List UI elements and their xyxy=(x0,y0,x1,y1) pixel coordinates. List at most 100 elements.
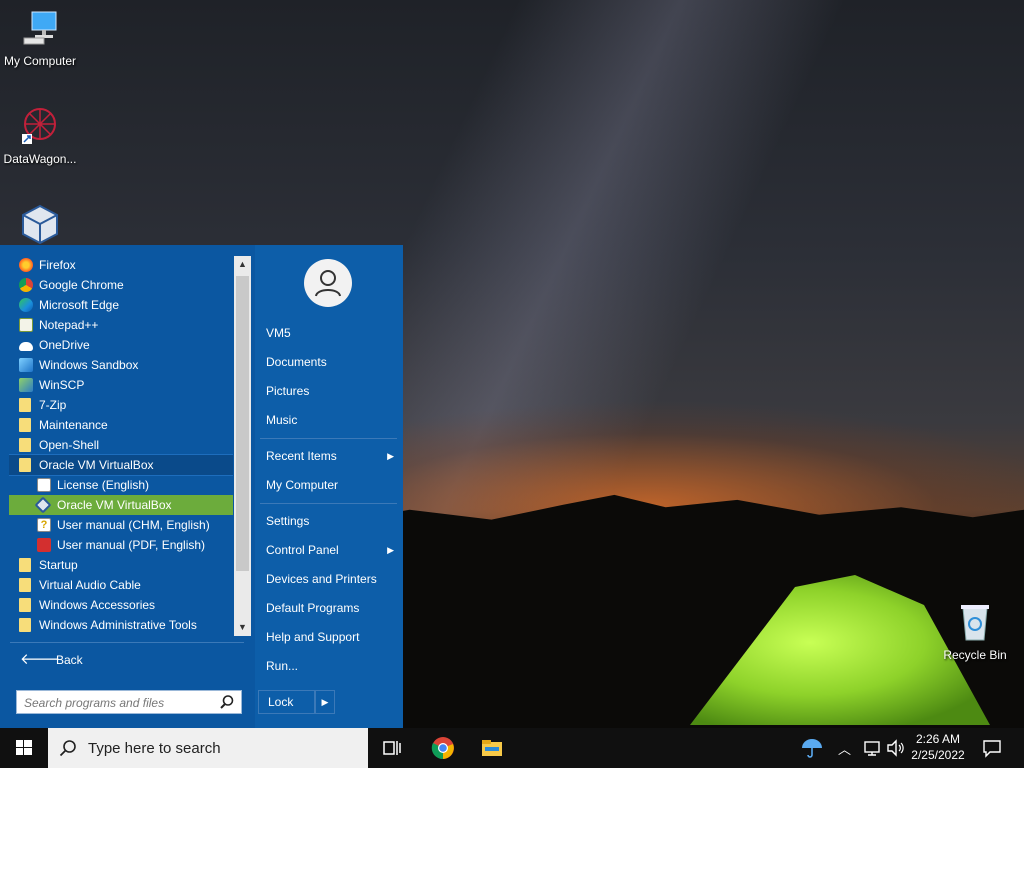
menu-pictures[interactable]: Pictures xyxy=(266,379,396,403)
document-icon xyxy=(37,478,51,492)
menu-label: My Computer xyxy=(266,478,339,492)
program-item-winscp[interactable]: WinSCP xyxy=(9,375,233,395)
datawagon-icon xyxy=(22,108,56,144)
folder-icon xyxy=(19,578,31,592)
pdf-icon xyxy=(37,538,51,552)
desktop-icon-virtualbox[interactable] xyxy=(0,204,80,250)
program-label: OneDrive xyxy=(39,338,90,352)
back-button[interactable]: 🡐 Back xyxy=(10,650,244,670)
menu-label: Documents xyxy=(266,355,327,369)
start-button[interactable] xyxy=(0,728,48,768)
recycle-bin-icon xyxy=(961,605,989,641)
programs-panel: Firefox Google Chrome Microsoft Edge Not… xyxy=(9,255,251,883)
program-item-notepad-plus-plus[interactable]: Notepad++ xyxy=(9,315,233,335)
menu-label: Settings xyxy=(266,514,310,528)
program-item-7-zip[interactable]: 7-Zip xyxy=(9,395,233,415)
folder-icon xyxy=(19,438,31,452)
show-hidden-icons-chevron-icon[interactable]: ︿ xyxy=(838,739,851,779)
task-view-icon[interactable] xyxy=(380,736,404,760)
folder-icon xyxy=(19,398,31,412)
scrollbar-thumb[interactable] xyxy=(236,276,249,571)
program-item-microsoft-edge[interactable]: Microsoft Edge xyxy=(9,295,233,315)
shutdown-options-arrow-icon[interactable]: ▶ xyxy=(315,690,335,714)
folder-icon xyxy=(19,618,31,632)
menu-help-support[interactable]: Help and Support xyxy=(266,625,396,649)
winscp-icon xyxy=(19,378,33,392)
menu-label: Help and Support xyxy=(266,630,360,644)
program-item-user-manual-pdf[interactable]: User manual (PDF, English) xyxy=(9,535,233,555)
program-item-windows-administrative-tools[interactable]: Windows Administrative Tools xyxy=(9,615,233,635)
program-item-startup[interactable]: Startup xyxy=(9,555,233,575)
menu-label: Music xyxy=(266,413,298,427)
scroll-down-arrow-icon[interactable]: ▼ xyxy=(234,619,251,636)
menu-documents[interactable]: Documents xyxy=(266,350,396,374)
taskbar: Type here to search ︿ 2:26 AM 2/25/2022 xyxy=(0,728,1024,768)
edge-icon xyxy=(19,298,33,312)
taskbar-search-box[interactable]: Type here to search xyxy=(48,728,368,768)
menu-control-panel[interactable]: Control Panel ▶ xyxy=(266,538,396,562)
program-item-google-chrome[interactable]: Google Chrome xyxy=(9,275,233,295)
program-item-user-manual-chm[interactable]: ? User manual (CHM, English) xyxy=(9,515,233,535)
menu-music[interactable]: Music xyxy=(266,408,396,432)
menu-settings[interactable]: Settings xyxy=(266,509,396,533)
taskbar-clock[interactable]: 2:26 AM 2/25/2022 xyxy=(905,731,971,763)
program-item-firefox[interactable]: Firefox xyxy=(9,255,233,275)
program-label: User manual (PDF, English) xyxy=(57,538,206,552)
desktop-icon-datawagon[interactable]: DataWagon... xyxy=(0,106,80,166)
notifications-icon[interactable] xyxy=(980,736,1004,760)
program-item-onedrive[interactable]: OneDrive xyxy=(9,335,233,355)
program-item-windows-accessories[interactable]: Windows Accessories xyxy=(9,595,233,615)
folder-icon xyxy=(19,458,31,472)
user-avatar[interactable] xyxy=(304,259,352,307)
program-item-virtual-audio-cable[interactable]: Virtual Audio Cable xyxy=(9,575,233,595)
start-menu: Firefox Google Chrome Microsoft Edge Not… xyxy=(0,245,403,728)
program-item-open-shell[interactable]: Open-Shell xyxy=(9,435,233,455)
back-label: Back xyxy=(56,653,83,667)
chrome-taskbar-icon[interactable] xyxy=(431,736,455,760)
desktop-icon-recycle-bin[interactable]: Recycle Bin xyxy=(935,602,1015,662)
network-icon[interactable] xyxy=(861,736,885,760)
program-label: Startup xyxy=(39,558,78,572)
program-label: Maintenance xyxy=(39,418,108,432)
menu-label: Recent Items xyxy=(266,449,337,463)
menu-devices-printers[interactable]: Devices and Printers xyxy=(266,567,396,591)
weather-umbrella-icon[interactable] xyxy=(800,736,824,760)
user-icon xyxy=(315,270,341,297)
windows-sandbox-icon xyxy=(19,358,33,372)
menu-my-computer[interactable]: My Computer xyxy=(266,473,396,497)
program-label: License (English) xyxy=(57,478,150,492)
menu-separator xyxy=(260,438,397,439)
program-label: Firefox xyxy=(39,258,76,272)
monitor-icon xyxy=(23,11,57,45)
program-item-license-english[interactable]: License (English) xyxy=(9,475,233,495)
file-explorer-icon[interactable] xyxy=(480,736,504,760)
menu-user-folder[interactable]: VM5 xyxy=(266,321,396,345)
start-menu-right-column: VM5 Documents Pictures Music Recent Item… xyxy=(255,245,403,728)
menu-default-programs[interactable]: Default Programs xyxy=(266,596,396,620)
firefox-icon xyxy=(19,258,33,272)
program-item-windows-sandbox[interactable]: Windows Sandbox xyxy=(9,355,233,375)
scroll-up-arrow-icon[interactable]: ▲ xyxy=(234,256,251,273)
start-search-input[interactable]: Search programs and files xyxy=(16,690,242,714)
taskbar-search-placeholder: Type here to search xyxy=(88,740,221,757)
folder-icon xyxy=(19,558,31,572)
programs-divider xyxy=(10,642,244,643)
menu-label: Devices and Printers xyxy=(266,572,377,586)
program-item-maintenance[interactable]: Maintenance xyxy=(9,415,233,435)
program-label: Oracle VM VirtualBox xyxy=(39,458,154,472)
desktop-icon-my-computer[interactable]: My Computer xyxy=(0,8,80,68)
menu-recent-items[interactable]: Recent Items ▶ xyxy=(266,444,396,468)
menu-label: Default Programs xyxy=(266,601,360,615)
clock-time: 2:26 AM xyxy=(915,732,961,746)
chrome-icon xyxy=(19,278,33,292)
search-icon[interactable] xyxy=(219,694,235,710)
program-label: Notepad++ xyxy=(39,318,99,332)
program-folder-oracle-vm-virtualbox[interactable]: Oracle VM VirtualBox xyxy=(9,454,233,476)
program-item-oracle-vm-virtualbox[interactable]: Oracle VM VirtualBox xyxy=(9,495,233,515)
menu-separator xyxy=(260,503,397,504)
lock-button[interactable]: Lock xyxy=(258,690,315,714)
onedrive-icon xyxy=(19,342,33,351)
menu-run[interactable]: Run... xyxy=(266,654,396,678)
menu-label: VM5 xyxy=(266,326,291,340)
programs-scrollbar[interactable]: ▲ ▼ xyxy=(234,256,251,636)
